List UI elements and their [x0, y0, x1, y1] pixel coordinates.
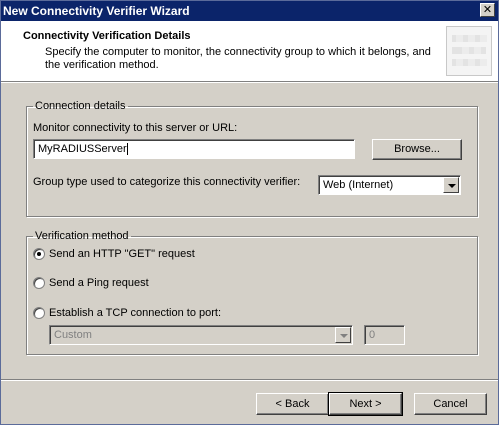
title-bar[interactable]: New Connectivity Verifier Wizard ✕ [1, 1, 498, 21]
window-title: New Connectivity Verifier Wizard [3, 4, 190, 18]
port-number-input: 0 [364, 325, 405, 345]
port-number-value: 0 [369, 329, 376, 341]
verification-method-legend: Verification method [35, 230, 129, 242]
back-button[interactable]: < Back [256, 393, 329, 415]
chevron-down-icon[interactable] [443, 177, 459, 193]
page-description: Specify the computer to monitor, the con… [45, 46, 431, 71]
group-type-select[interactable]: Web (Internet) [318, 175, 461, 195]
footer-divider [1, 379, 498, 380]
group-type-value: Web (Internet) [323, 179, 394, 191]
http-get-radio[interactable] [33, 248, 45, 260]
text-caret [126, 143, 128, 156]
page-title: Connectivity Verification Details [23, 30, 191, 42]
server-url-input[interactable]: MyRADIUSServer [33, 139, 355, 159]
cancel-button[interactable]: Cancel [414, 393, 487, 415]
http-get-label[interactable]: Send an HTTP "GET" request [49, 248, 195, 260]
monitor-label: Monitor connectivity to this server or U… [33, 122, 238, 134]
next-button[interactable]: Next > [328, 392, 403, 416]
wizard-header: Connectivity Verification Details Specif… [1, 21, 498, 82]
tcp-port-label[interactable]: Establish a TCP connection to port: [49, 307, 221, 319]
browse-button[interactable]: Browse... [372, 139, 462, 160]
port-preset-value: Custom [54, 329, 92, 341]
close-button[interactable]: ✕ [480, 3, 495, 17]
wizard-banner-icon [446, 26, 492, 76]
group-type-label: Group type used to categorize this conne… [33, 176, 301, 188]
port-preset-select: Custom [49, 325, 353, 345]
wizard-window: New Connectivity Verifier Wizard ✕ Conne… [0, 0, 499, 425]
server-url-value: MyRADIUSServer [38, 143, 127, 155]
ping-radio[interactable] [33, 277, 45, 289]
connection-details-legend: Connection details [35, 100, 126, 112]
ping-label[interactable]: Send a Ping request [49, 277, 149, 289]
chevron-down-icon [335, 327, 351, 343]
tcp-port-radio[interactable] [33, 307, 45, 319]
header-divider [1, 82, 498, 83]
